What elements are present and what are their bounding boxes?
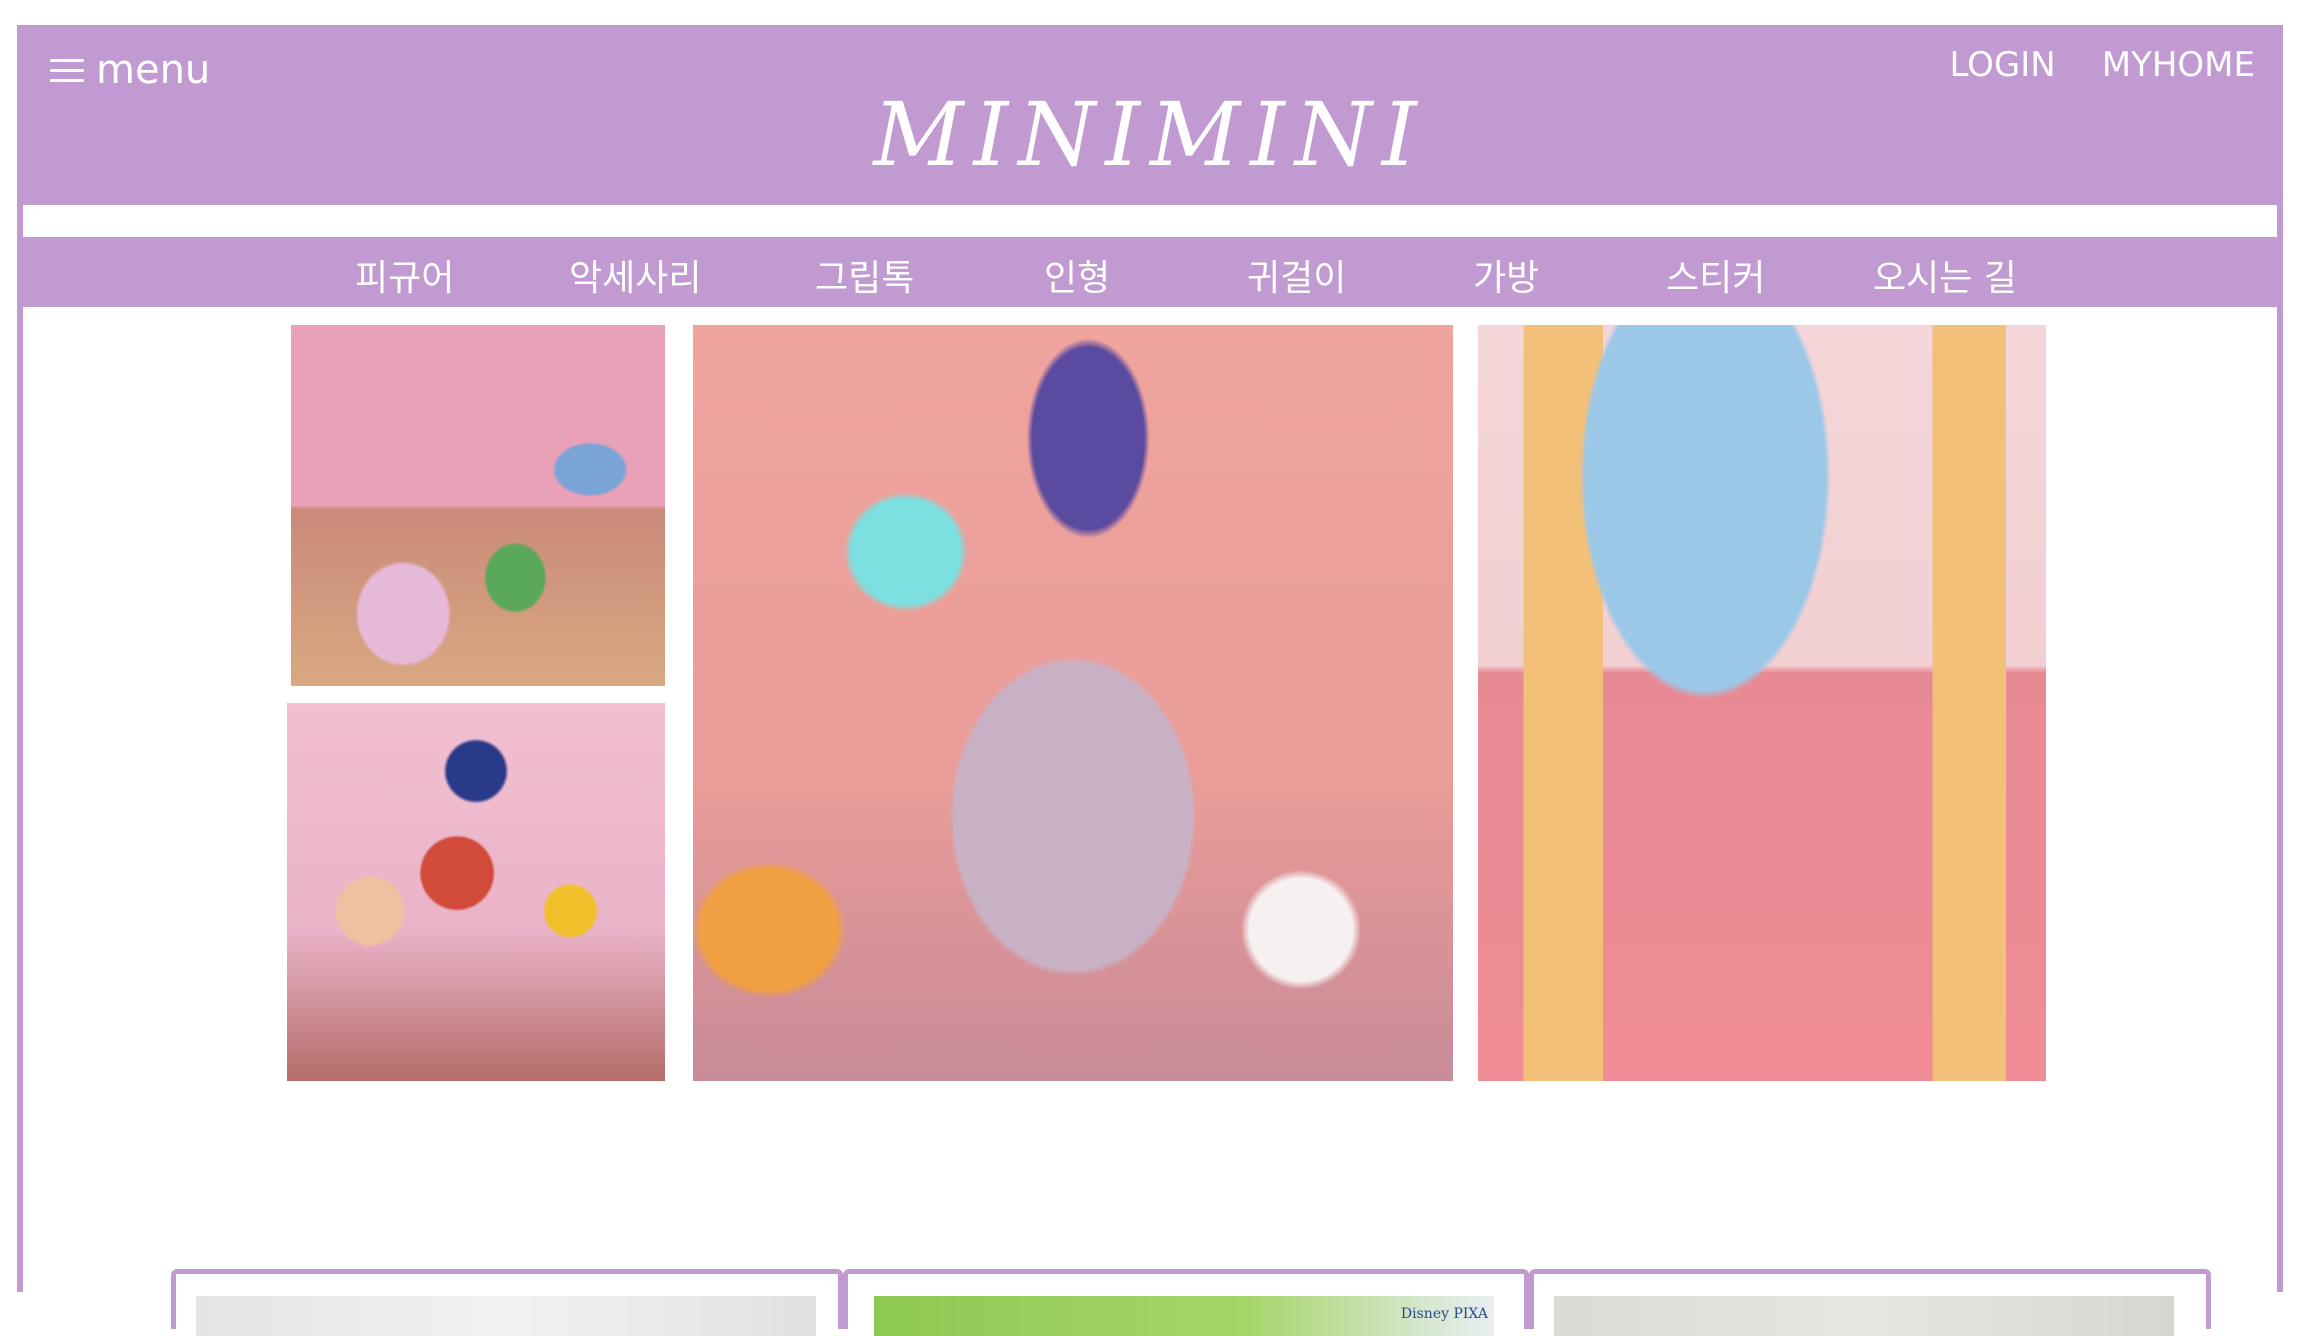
top-links: LOGIN MYHOME	[1949, 45, 2255, 85]
nav-item-directions[interactable]: 오시는 길	[1873, 249, 2017, 301]
category-nav: 피규어 악세사리 그립톡 인형 귀걸이 가방 스티커 오시는 길	[23, 237, 2277, 307]
gallery-photo[interactable]	[1478, 325, 2046, 1081]
product-thumbnail[interactable]	[1554, 1296, 2174, 1336]
nav-item-sticker[interactable]: 스티커	[1666, 249, 1765, 301]
myhome-link[interactable]: MYHOME	[2102, 45, 2255, 85]
header: menu MINIMINI LOGIN MYHOME	[23, 31, 2277, 205]
site-logo[interactable]: MINIMINI	[23, 83, 2277, 186]
hamburger-icon[interactable]	[50, 55, 84, 85]
login-link[interactable]: LOGIN	[1949, 45, 2055, 85]
page-frame: menu MINIMINI LOGIN MYHOME 피규어 악세사리 그립톡 …	[17, 25, 2283, 1336]
product-card[interactable]	[1529, 1269, 2211, 1336]
gallery-photo[interactable]	[291, 325, 665, 686]
product-cards: Disney PIXA	[171, 1269, 2211, 1336]
header-divider	[23, 205, 2277, 237]
thumbnail-text: Disney PIXA	[1400, 1306, 1488, 1322]
gallery-photo[interactable]	[693, 325, 1453, 1081]
nav-item-accessory[interactable]: 악세사리	[569, 249, 701, 301]
product-card[interactable]	[171, 1269, 843, 1336]
product-thumbnail[interactable]	[196, 1296, 816, 1336]
product-thumbnail[interactable]: Disney PIXA	[874, 1296, 1494, 1336]
product-card[interactable]: Disney PIXA	[843, 1269, 1529, 1336]
nav-item-bag[interactable]: 가방	[1473, 249, 1539, 301]
nav-item-doll[interactable]: 인형	[1044, 249, 1110, 301]
nav-item-griptok[interactable]: 그립톡	[815, 249, 914, 301]
nav-item-earring[interactable]: 귀걸이	[1247, 249, 1346, 301]
gallery-photo[interactable]	[287, 703, 665, 1081]
nav-item-figure[interactable]: 피규어	[355, 249, 454, 301]
